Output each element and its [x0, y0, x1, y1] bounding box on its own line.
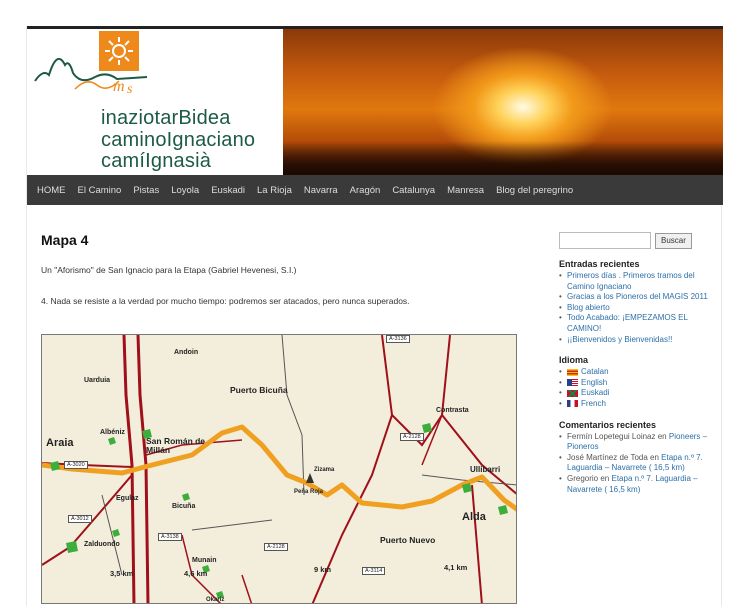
map-label-albeniz: Albéniz [100, 429, 125, 436]
language-euskadi[interactable]: Euskadi [559, 388, 719, 399]
search-button[interactable]: Buscar [655, 232, 692, 249]
ikurrina-flag-icon [567, 389, 578, 397]
nav-pistas[interactable]: Pistas [133, 185, 159, 196]
logo-line-3: camíIgnasià [101, 150, 212, 172]
map-distance-3: 9 km [314, 565, 332, 574]
page-frame: m s inaziotarBidea caminoIgnaciano camíI… [26, 26, 723, 606]
recent-post-link[interactable]: Primeros días . Primeros tramos del Cami… [559, 271, 719, 292]
language-catalan[interactable]: Catalan [559, 367, 719, 378]
catalan-flag-icon [567, 368, 578, 376]
comment-item: Fermín Lopetegui Loinaz en Pioneers – Pi… [559, 432, 719, 453]
search-input[interactable] [559, 232, 651, 249]
map-distance-2: 4,6 km [184, 569, 208, 578]
language-list: Catalan English Euskadi French [559, 367, 719, 409]
map-label-alda: Alda [462, 511, 486, 523]
comment-author: Fermín Lopetegui Loinaz en [567, 431, 667, 441]
nav-la-rioja[interactable]: La Rioja [257, 185, 292, 196]
language-euskadi-label: Euskadi [581, 388, 610, 398]
language-english-label: English [581, 377, 608, 387]
site-logo[interactable]: m s inaziotarBidea caminoIgnaciano camíI… [27, 29, 283, 175]
nav-catalunya[interactable]: Catalunya [392, 185, 435, 196]
page-title: Mapa 4 [41, 232, 89, 248]
map-road-a3012: A-3012 [68, 515, 92, 523]
comment-author: José Martínez de Toda en [567, 452, 659, 462]
main-nav: HOME El Camino Pistas Loyola Euskadi La … [27, 175, 723, 205]
map-label-zizama: Zizama [314, 467, 335, 473]
recent-comments-heading: Comentarios recientes [559, 419, 657, 430]
map-label-puerto-nuevo: Puerto Nuevo [380, 535, 436, 545]
map-label-uarduia: Uarduia [84, 377, 111, 384]
nav-aragon[interactable]: Aragón [350, 185, 381, 196]
recent-post-link[interactable]: ¡¡Bienvenidos y Bienvenidas!! [559, 335, 719, 346]
aphorism-intro: Un "Aforismo" de San Ignacio para la Eta… [41, 265, 297, 275]
map-road-a2128-2: A-2128 [264, 543, 288, 551]
recent-posts-heading: Entradas recientes [559, 259, 640, 269]
aphorism-text: 4. Nada se resiste a la verdad por mucho… [41, 296, 410, 306]
map-label-san-roman: San Román de Millán [146, 436, 206, 455]
logo-mark-icon: m s [34, 31, 148, 97]
map-label-araia: Araia [46, 437, 74, 449]
search-form: Buscar [559, 232, 719, 249]
map-label-ullibarri: Ullibarri [470, 465, 501, 474]
recent-post-link[interactable]: Gracias a los Pioneros del MAGIS 2011 [559, 292, 719, 303]
language-english[interactable]: English [559, 378, 719, 389]
map-distance-4: 4,1 km [444, 563, 468, 572]
language-french[interactable]: French [559, 399, 719, 410]
nav-navarra[interactable]: Navarra [304, 185, 338, 196]
svg-text:m: m [113, 78, 125, 95]
us-flag-icon [567, 379, 578, 387]
comment-item: Gregorio en Etapa n.º 7. Laguardia – Nav… [559, 474, 719, 495]
map-label-egulaz: Egulaz [116, 495, 139, 502]
map-label-contrasta: Contrasta [436, 407, 469, 414]
comment-item: José Martínez de Toda en Etapa n.º 7. La… [559, 453, 719, 474]
map-road-a3136: A-3136 [386, 335, 410, 343]
recent-post-link[interactable]: Todo Acabado: ¡EMPEZAMOS EL CAMINO! [559, 313, 719, 334]
map-label-pena-roja: Peña Roja [294, 489, 324, 495]
map-road-a3138: A-3138 [158, 533, 182, 541]
nav-el-camino[interactable]: El Camino [78, 185, 122, 196]
french-flag-icon [567, 400, 578, 408]
map-road-a2128-1: A-2128 [400, 433, 424, 441]
recent-post-link[interactable]: Blog abierto [559, 303, 719, 314]
site-header: m s inaziotarBidea caminoIgnaciano camíI… [27, 29, 723, 175]
nav-euskadi[interactable]: Euskadi [211, 185, 245, 196]
nav-blog[interactable]: Blog del peregrino [496, 185, 573, 196]
nav-loyola[interactable]: Loyola [171, 185, 199, 196]
map-distance-1: 3,5 km [110, 569, 134, 578]
recent-posts-list: Primeros días . Primeros tramos del Cami… [559, 271, 719, 345]
recent-comments-list: Fermín Lopetegui Loinaz en Pioneers – Pi… [559, 432, 719, 496]
map-label-bicuna: Bicuña [172, 503, 196, 510]
route-map[interactable]: Andoin Uarduia Albéniz Araia San Román d… [41, 334, 517, 604]
language-heading: Idioma [559, 355, 589, 366]
logo-line-2: caminoIgnaciano [101, 129, 256, 151]
map-road-a3114: A-3114 [362, 567, 386, 575]
logo-line-1: inaziotarBidea [101, 107, 231, 129]
nav-home[interactable]: HOME [37, 185, 66, 196]
map-label-munain: Munain [192, 557, 217, 564]
map-label-andoin: Andoin [174, 349, 199, 356]
comment-author: Gregorio en [567, 473, 610, 483]
map-label-okariz: Okariz [206, 597, 225, 603]
svg-text:s: s [127, 82, 133, 97]
nav-manresa[interactable]: Manresa [447, 185, 484, 196]
map-label-zalduondo: Zalduondo [84, 541, 120, 548]
language-french-label: French [581, 398, 606, 408]
header-image-silhouette [283, 141, 723, 175]
map-road-a3020: A-3020 [64, 461, 88, 469]
map-label-puerto-bicuna: Puerto Bicuña [230, 385, 288, 395]
sidebar: Buscar Entradas recientes Primeros días … [559, 232, 719, 495]
language-catalan-label: Catalan [581, 367, 609, 377]
main-content: Mapa 4 Un "Aforismo" de San Ignacio para… [41, 232, 531, 306]
